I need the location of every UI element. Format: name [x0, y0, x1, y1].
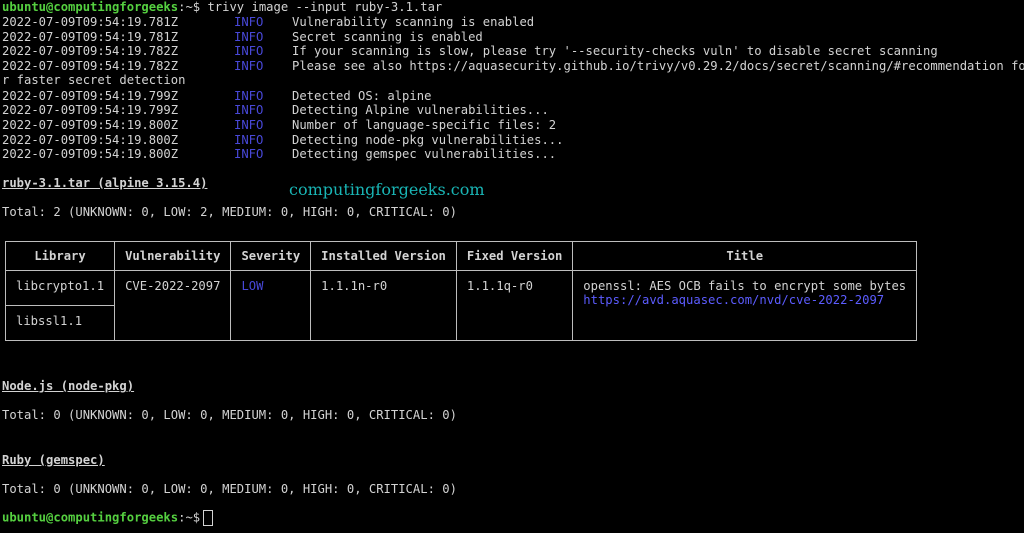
cell-library: libssl1.1: [4, 305, 116, 341]
log-message: Detecting Alpine vulnerabilities...: [292, 103, 549, 118]
cell-vulnerability: CVE-2022-2097: [114, 270, 232, 341]
prompt-user: ubuntu@computingforgeeks: [2, 510, 179, 525]
log-message: Please see also https://aquasecurity.git…: [292, 59, 1024, 74]
cell-library: libcrypto1.1: [4, 270, 116, 306]
command-line: ubuntu@computingforgeeks:~$ trivy image …: [2, 0, 442, 15]
header-vulnerability: Vulnerability: [114, 241, 232, 271]
cursor: [203, 510, 214, 526]
header-title: Title: [572, 241, 918, 271]
log-level: INFO: [234, 44, 264, 59]
section-title-node: Node.js (node-pkg): [2, 379, 135, 393]
log-level: INFO: [234, 59, 264, 74]
log-message: Vulnerability scanning is enabled: [292, 15, 535, 29]
cell-severity: LOW: [230, 270, 312, 341]
header-severity: Severity: [230, 241, 312, 271]
header-fixed: Fixed Version: [455, 241, 574, 271]
cve-link[interactable]: https://avd.aquasec.com/nvd/cve-2022-209…: [583, 293, 906, 307]
log-message: Detecting node-pkg vulnerabilities...: [292, 132, 564, 147]
log-level: INFO: [234, 88, 264, 103]
prompt-path: :~$: [178, 510, 201, 525]
terminal-window[interactable]: ubuntu@computingforgeeks:~$ trivy image …: [0, 0, 1024, 533]
total-node: Total: 0 (UNKNOWN: 0, LOW: 0, MEDIUM: 0,…: [2, 408, 457, 422]
log-timestamp: 2022-07-09T09:54:19.799Z: [2, 103, 179, 118]
prompt-user: ubuntu@computingforgeeks: [2, 0, 179, 14]
table-header-row: Library Vulnerability Severity Installed…: [4, 241, 918, 271]
cell-fixed: 1.1.1q-r0: [455, 270, 574, 341]
log-level: INFO: [234, 147, 264, 162]
cell-installed: 1.1.1n-r0: [310, 270, 457, 341]
log-message: Detected OS: alpine: [292, 88, 432, 103]
header-installed: Installed Version: [310, 241, 457, 271]
log-message: Number of language-specific files: 2: [292, 117, 557, 132]
log-timestamp: 2022-07-09T09:54:19.800Z: [2, 117, 179, 132]
log-wrap-line: r faster secret detection: [2, 73, 186, 87]
header-library: Library: [4, 241, 116, 271]
vulnerability-table: Library Vulnerability Severity Installed…: [4, 241, 918, 341]
log-timestamp: 2022-07-09T09:54:19.781Z: [2, 29, 179, 44]
log-message: Secret scanning is enabled: [292, 29, 483, 44]
table-row: libcrypto1.1 CVE-2022-2097 LOW 1.1.1n-r0…: [4, 270, 918, 341]
title-text: openssl: AES OCB fails to encrypt some b…: [583, 279, 907, 293]
log-timestamp: 2022-07-09T09:54:19.799Z: [2, 88, 179, 103]
command-text: trivy image --input ruby-3.1.tar: [200, 0, 443, 14]
log-level: INFO: [234, 103, 264, 118]
log-timestamp: 2022-07-09T09:54:19.782Z: [2, 59, 179, 74]
section-title-alpine: ruby-3.1.tar (alpine 3.15.4): [2, 176, 208, 190]
prompt-line[interactable]: ubuntu@computingforgeeks:~$: [2, 510, 214, 526]
log-timestamp: 2022-07-09T09:54:19.800Z: [2, 147, 179, 162]
log-timestamp: 2022-07-09T09:54:19.782Z: [2, 44, 179, 59]
log-level: INFO: [234, 117, 264, 132]
total-alpine: Total: 2 (UNKNOWN: 0, LOW: 2, MEDIUM: 0,…: [2, 205, 457, 219]
log-timestamp: 2022-07-09T09:54:19.800Z: [2, 132, 179, 147]
log-message: Detecting gemspec vulnerabilities...: [292, 147, 557, 162]
total-ruby: Total: 0 (UNKNOWN: 0, LOW: 0, MEDIUM: 0,…: [2, 482, 457, 496]
prompt-path: :~$: [178, 0, 201, 14]
log-level: INFO: [234, 15, 264, 29]
cell-title: openssl: AES OCB fails to encrypt some b…: [572, 270, 918, 341]
log-timestamp: 2022-07-09T09:54:19.781Z: [2, 15, 179, 29]
log-level: INFO: [234, 132, 264, 147]
watermark: computingforgeeks.com: [289, 180, 485, 199]
section-title-ruby: Ruby (gemspec): [2, 453, 105, 467]
log-level: INFO: [234, 29, 264, 44]
log-message: If your scanning is slow, please try '--…: [292, 44, 938, 59]
